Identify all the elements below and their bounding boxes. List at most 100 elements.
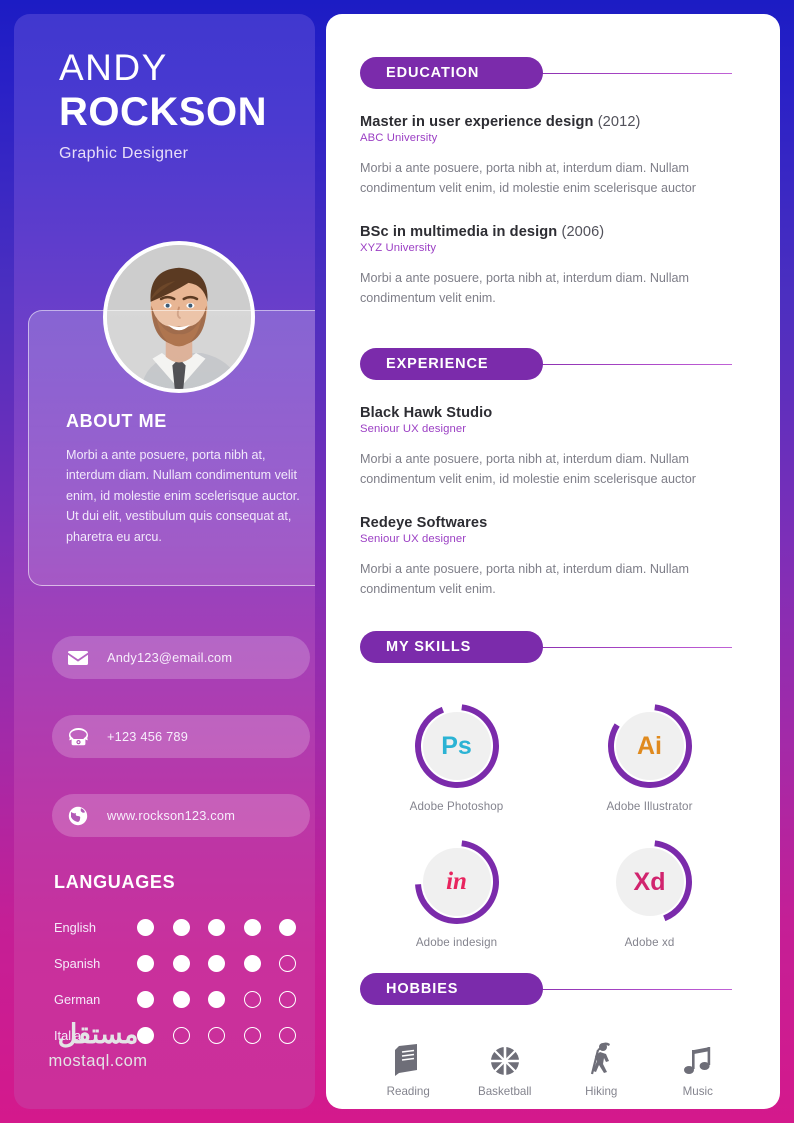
hobby-item: Music <box>650 1038 747 1098</box>
languages-section: LANGUAGES English Spanish German Italian <box>54 872 304 1063</box>
rating-dot-filled <box>137 955 154 972</box>
language-row: German <box>54 991 304 1008</box>
rating-dot-filled <box>243 955 261 972</box>
skill-ring: Ai <box>605 701 695 791</box>
entry-subtitle: ABC University <box>360 132 438 144</box>
education-entry: Master in user experience design (2012) A… <box>360 114 746 199</box>
hobby-label: Music <box>682 1085 713 1098</box>
skill-item: in Adobe indesign <box>360 837 553 949</box>
section-divider-line <box>530 363 732 365</box>
skill-label: Adobe Photoshop <box>409 800 504 813</box>
rating-dot-filled <box>243 919 261 936</box>
music-note-icon <box>683 1038 713 1076</box>
language-rating <box>137 955 296 972</box>
experience-entries: Black Hawk Studio Seniour UX designer Morb… <box>360 405 746 600</box>
rating-dot-filled <box>137 1027 154 1044</box>
hobby-item: Hiking <box>553 1038 650 1098</box>
education-entry: BSc in multimedia in design (2006) XYZ Un… <box>360 224 746 309</box>
basketball-icon <box>490 1038 520 1076</box>
last-name: ROCKSON <box>59 89 267 134</box>
education-section: EDUCATION Master in user experience desi… <box>326 57 780 309</box>
entry-title-text: Black Hawk Studio <box>360 405 493 421</box>
rating-dot-empty <box>279 991 296 1008</box>
hobby-label: Reading <box>386 1085 430 1098</box>
rating-dot-filled <box>172 955 190 972</box>
entry-title: Master in user experience design (2012) <box>360 114 746 130</box>
skill-label: Adobe Illustrator <box>606 800 693 813</box>
about-me-card: ABOUT ME Morbi a ante posuere, porta nib… <box>28 310 315 586</box>
language-name: Italian <box>54 1028 89 1043</box>
experience-header: EXPERIENCE <box>360 348 746 380</box>
language-name: German <box>54 992 101 1007</box>
skills-heading: MY SKILLS <box>360 631 543 663</box>
skill-item: Ai Adobe Illustrator <box>553 701 746 813</box>
about-me-text: Morbi a ante posuere, porta nibh at, int… <box>66 448 300 544</box>
languages-title: LANGUAGES <box>54 872 176 892</box>
experience-heading: EXPERIENCE <box>360 348 543 380</box>
skill-ring: Xd <box>605 837 695 927</box>
section-divider-line <box>530 988 732 990</box>
sidebar: ANDY ROCKSON Graphic Designer ABOUT ME M… <box>14 14 315 1109</box>
entry-title: Black Hawk Studio <box>360 405 746 421</box>
section-divider-line <box>530 646 732 648</box>
rating-dot-empty <box>172 1027 190 1044</box>
entry-year: (2006) <box>557 223 605 240</box>
skill-abbr: Ai <box>615 712 684 780</box>
contact-email[interactable]: Andy123@email.com <box>52 636 310 679</box>
education-entries: Master in user experience design (2012) A… <box>360 114 746 309</box>
skill-abbr: Xd <box>615 848 684 916</box>
rating-dot-empty <box>243 991 261 1008</box>
main-panel: EDUCATION Master in user experience desi… <box>326 14 780 1109</box>
languages-list: English Spanish German Italian <box>54 919 304 1044</box>
entry-description: Morbi a ante posuere, porta nibh at, int… <box>360 161 696 196</box>
hobby-item: Basketball <box>457 1038 554 1098</box>
entry-title: Redeye Softwares <box>360 515 746 531</box>
hobby-item: Reading <box>360 1038 457 1098</box>
first-name: ANDY <box>59 47 168 88</box>
rating-dot-filled <box>208 991 225 1008</box>
rating-dot-filled <box>279 919 296 936</box>
skills-section: MY SKILLS Ps Adobe Photoshop Ai Adobe Illus… <box>326 631 780 949</box>
skills-header: MY SKILLS <box>360 631 746 663</box>
entry-title-text: Master in user experience design <box>360 114 594 130</box>
contact-phone-text: +123 456 789 <box>107 729 189 744</box>
entry-subtitle: Seniour UX designer <box>360 423 467 435</box>
contact-website[interactable]: www.rockson123.com <box>52 794 310 837</box>
skill-label: Adobe xd <box>624 936 675 949</box>
language-name: English <box>54 920 96 935</box>
hobby-label: Hiking <box>585 1085 618 1098</box>
language-rating <box>137 991 296 1008</box>
entry-title-text: Redeye Softwares <box>360 514 488 531</box>
contact-list: Andy123@email.com +123 456 789 www.rocks… <box>52 636 310 873</box>
entry-year: (2012) <box>593 114 641 130</box>
entry-title-text: BSc in multimedia in design <box>360 223 558 240</box>
hobbies-heading: HOBBIES <box>360 973 543 1005</box>
about-me-title: ABOUT ME <box>66 411 167 431</box>
envelope-icon <box>65 645 91 671</box>
language-name: Spanish <box>54 956 101 971</box>
contact-phone[interactable]: +123 456 789 <box>52 715 310 758</box>
entry-description: Morbi a ante posuere, porta nibh at, int… <box>360 270 690 306</box>
language-rating <box>137 1027 296 1044</box>
skill-abbr: Ps <box>422 712 491 780</box>
rating-dot-filled <box>137 991 154 1008</box>
rating-dot-filled <box>172 919 190 936</box>
contact-email-text: Andy123@email.com <box>107 650 233 665</box>
contact-website-text: www.rockson123.com <box>107 808 236 823</box>
experience-section: EXPERIENCE Black Hawk Studio Seniour UX d… <box>326 348 780 600</box>
rating-dot-empty <box>243 1027 261 1044</box>
experience-entry: Redeye Softwares Seniour UX designer Morbi… <box>360 515 746 600</box>
section-divider-line <box>530 72 732 74</box>
skill-abbr: in <box>422 848 491 916</box>
skill-item: Xd Adobe xd <box>553 837 746 949</box>
skill-label: Adobe indesign <box>415 936 498 949</box>
entry-description: Morbi a ante posuere, porta nibh at, int… <box>360 452 696 487</box>
rating-dot-filled <box>208 919 225 936</box>
language-rating <box>137 919 296 936</box>
skill-item: Ps Adobe Photoshop <box>360 701 553 813</box>
hiking-icon <box>586 1038 616 1076</box>
entry-subtitle: XYZ University <box>360 241 437 254</box>
rating-dot-filled <box>172 991 190 1008</box>
entry-subtitle: Seniour UX designer <box>360 532 467 545</box>
hobby-label: Basketball <box>478 1085 532 1098</box>
